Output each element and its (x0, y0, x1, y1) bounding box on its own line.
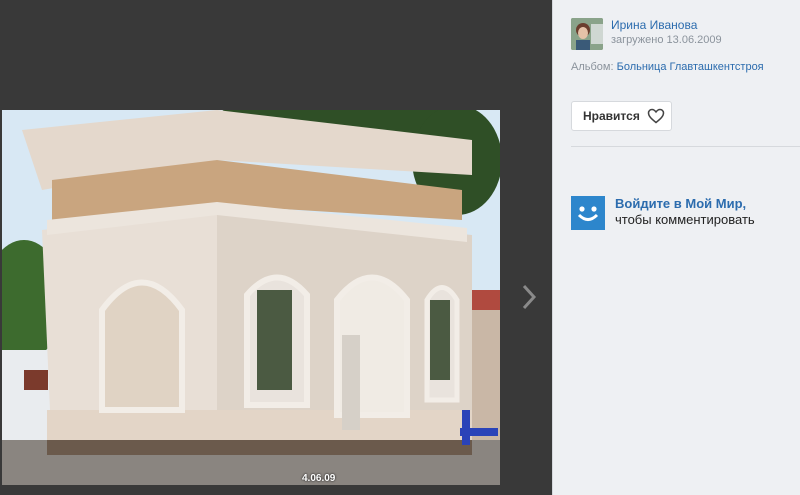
avatar[interactable] (571, 18, 603, 50)
author-info: Ирина Иванова загружено 13.06.2009 (611, 18, 722, 50)
album-line: Альбом: Больница Главташкентстроя (571, 61, 764, 73)
moy-mir-smile-icon (571, 196, 605, 230)
login-subtext: чтобы комментировать (615, 212, 755, 227)
uploaded-date: 13.06.2009 (666, 34, 722, 46)
chevron-right-icon (522, 284, 537, 310)
photo-date-stamp: 4.06.09 (302, 473, 336, 484)
upload-date: загружено 13.06.2009 (611, 33, 722, 48)
divider (571, 146, 800, 147)
like-button[interactable]: Нравится (571, 101, 672, 131)
uploaded-label: загружено (611, 34, 664, 46)
photo-viewer: 4.06.09 (0, 0, 552, 495)
photo-image (2, 110, 500, 485)
album-link[interactable]: Больница Главташкентстроя (617, 61, 764, 73)
login-text: Войдите в Мой Мир, чтобы комментировать (615, 196, 755, 230)
photo[interactable] (2, 110, 500, 485)
moy-mir-logo (571, 196, 605, 230)
author-name-link[interactable]: Ирина Иванова (611, 18, 722, 33)
avatar-image (571, 18, 603, 50)
author-block: Ирина Иванова загружено 13.06.2009 (571, 18, 722, 50)
album-prefix: Альбом: (571, 61, 614, 73)
sidebar-panel: Ирина Иванова загружено 13.06.2009 Альбо… (552, 0, 800, 495)
next-photo-button[interactable] (518, 282, 540, 312)
heart-icon (647, 108, 665, 124)
login-prompt: Войдите в Мой Мир, чтобы комментировать (571, 196, 755, 230)
login-link[interactable]: Войдите в Мой Мир, (615, 196, 755, 212)
like-label: Нравится (583, 109, 640, 123)
